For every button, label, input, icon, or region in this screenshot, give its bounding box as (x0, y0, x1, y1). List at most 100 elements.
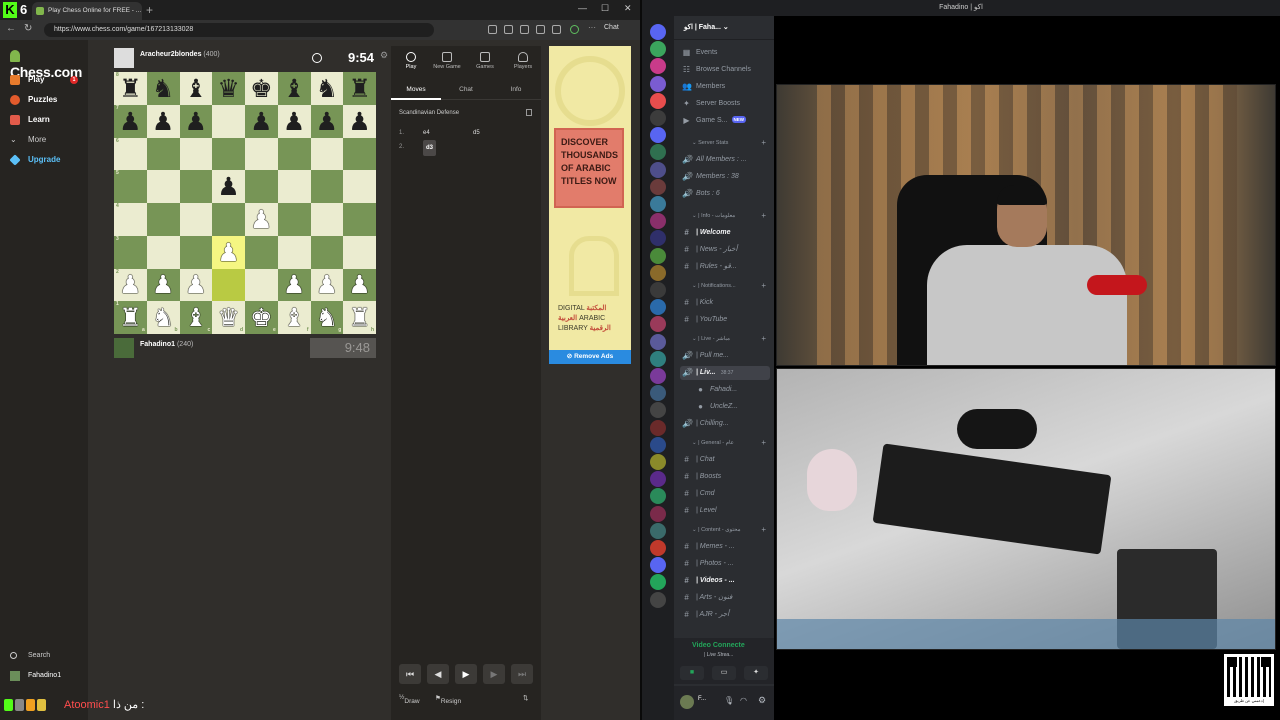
board-square[interactable]: ♝ f (277, 301, 311, 334)
board-square[interactable]: ♞ g (310, 301, 344, 334)
server-icon[interactable] (650, 127, 666, 144)
black-pawn-icon[interactable]: ♟ (185, 109, 207, 134)
voice-channel[interactable]: 🔊 | Liv... 38:37 (680, 366, 770, 380)
white-bishop-icon[interactable]: ♝ (283, 305, 305, 330)
sidebar-item-more[interactable]: ⌄ More (10, 132, 86, 148)
add-channel-icon[interactable]: + (761, 210, 766, 222)
reload-button[interactable]: ↻ (24, 23, 32, 34)
server-icon[interactable] (650, 471, 666, 488)
server-icon[interactable] (650, 591, 666, 608)
subtab-info[interactable]: Info (491, 82, 541, 100)
board-square[interactable] (343, 170, 376, 203)
board-square[interactable] (277, 235, 311, 269)
add-channel-icon[interactable]: + (761, 137, 766, 149)
tab-games[interactable]: Games (467, 50, 503, 70)
read-aloud-icon[interactable] (520, 25, 529, 34)
sidebar-item-browse[interactable]: ☷ Browse Channels (680, 63, 770, 77)
board-square[interactable] (245, 268, 278, 302)
white-pawn-icon[interactable]: ♟ (185, 272, 207, 297)
subtab-chat[interactable]: Chat (441, 82, 491, 100)
browser-tab[interactable]: Play Chess Online for FREE - ... (32, 2, 142, 20)
board-square[interactable] (277, 203, 311, 236)
server-icon[interactable] (650, 402, 666, 419)
board-square[interactable]: ♟ (310, 268, 344, 302)
board-square[interactable]: ♟ (212, 170, 245, 203)
board-square[interactable] (343, 203, 376, 236)
board-square[interactable] (212, 137, 245, 171)
board-square[interactable]: ♛ (212, 72, 245, 105)
board-square[interactable] (277, 170, 311, 203)
desk-camera-feed[interactable] (776, 368, 1276, 650)
black-pawn-icon[interactable]: ♟ (217, 174, 239, 199)
black-pawn-icon[interactable]: ♟ (283, 109, 305, 134)
board-square[interactable]: ♞ b (146, 301, 180, 334)
white-rook-icon[interactable]: ♜ (119, 305, 141, 330)
webcam-feed[interactable] (776, 84, 1276, 366)
resign-button[interactable]: ⚑ Resign (435, 694, 461, 705)
black-knight-icon[interactable]: ♞ (152, 76, 174, 101)
text-channel[interactable]: # | News - أخبار (680, 243, 770, 257)
server-icon[interactable] (650, 488, 666, 505)
activities-button[interactable]: ✦ (744, 666, 768, 680)
text-channel[interactable]: # | Arts - فنون (680, 591, 770, 605)
white-knight-icon[interactable]: ♞ (316, 305, 338, 330)
black-bishop-icon[interactable]: ♝ (185, 76, 207, 101)
white-king-icon[interactable]: ♚ (250, 305, 272, 330)
board-square[interactable]: ♟ (310, 104, 344, 138)
text-channel[interactable]: # | YouTube (680, 313, 770, 327)
text-channel[interactable]: # | Chat (680, 453, 770, 467)
board-square[interactable]: ♟ (343, 268, 376, 302)
maximize-button[interactable]: ☐ (601, 3, 609, 14)
apps-icon[interactable] (488, 25, 497, 34)
board-square[interactable]: ♟ (146, 268, 180, 302)
board-square[interactable]: ♜ (343, 72, 376, 105)
white-rook-icon[interactable]: ♜ (348, 305, 370, 330)
board-square[interactable]: ♚ (245, 72, 278, 105)
channel-category[interactable]: ⌄ | Notifications... + (678, 280, 770, 292)
server-icon[interactable] (650, 368, 666, 384)
sidebar-item-members[interactable]: 👥 Members (680, 80, 770, 94)
board-square[interactable]: ♟ 2 (114, 268, 147, 302)
board-square[interactable]: ♝ c (179, 301, 213, 334)
url-field[interactable]: https://www.chess.com/game/167213133028 (44, 23, 434, 37)
gear-icon[interactable]: ⚙ (758, 695, 766, 706)
server-icon[interactable] (650, 247, 666, 264)
avatar[interactable] (114, 48, 134, 68)
board-settings-gear-icon[interactable]: ⚙ (380, 50, 388, 61)
board-square[interactable]: ♟ (212, 235, 245, 269)
add-channel-icon[interactable]: + (761, 333, 766, 345)
sidebar-item-upgrade[interactable]: Upgrade (9, 152, 86, 168)
server-icon[interactable] (650, 161, 666, 178)
white-bishop-icon[interactable]: ♝ (185, 305, 207, 330)
copilot-chat-button[interactable]: Chat (604, 24, 619, 31)
board-square[interactable]: ♜ 8 (114, 72, 147, 105)
server-icon[interactable] (650, 385, 666, 402)
sidebar-item-puzzles[interactable]: Puzzles (10, 92, 86, 108)
board-square[interactable]: ♝ (277, 72, 311, 105)
board-square[interactable] (179, 235, 213, 269)
remove-ads-button[interactable]: ⊘ Remove Ads (549, 350, 631, 364)
board-square[interactable]: ♞ (310, 72, 344, 105)
advertisement[interactable]: DISCOVER THOUSANDS OF ARABIC TITLES NOW … (549, 46, 631, 364)
server-icon[interactable] (650, 505, 666, 522)
server-icon[interactable] (650, 282, 666, 298)
board-square[interactable]: ♟ 7 (114, 104, 147, 138)
sidebar-item-boost[interactable]: ✦ Server Boosts (680, 97, 770, 111)
board-square[interactable]: ♜ h (343, 301, 376, 334)
server-icon[interactable] (650, 110, 666, 126)
black-pawn-icon[interactable]: ♟ (348, 109, 370, 134)
mic-icon[interactable]: 🎙 (724, 696, 734, 705)
translate-icon[interactable] (504, 25, 513, 34)
white-knight-icon[interactable]: ♞ (152, 305, 174, 330)
sidebar-item-play[interactable]: Play 1 (10, 72, 86, 88)
board-square[interactable] (146, 137, 180, 171)
guild-header[interactable]: اكو | Faha... ⌄ (674, 16, 774, 40)
server-icon[interactable] (650, 196, 666, 212)
bottom-player-name[interactable]: Fahadino1 (240) (140, 341, 193, 348)
text-channel[interactable]: # | Memes - ... (680, 540, 770, 554)
board-square[interactable] (179, 203, 213, 236)
text-channel[interactable]: # | Boosts (680, 470, 770, 484)
board-square[interactable] (245, 137, 278, 171)
sidebar-item-calendar[interactable]: ▦ Events (680, 46, 770, 60)
board-square[interactable] (146, 235, 180, 269)
